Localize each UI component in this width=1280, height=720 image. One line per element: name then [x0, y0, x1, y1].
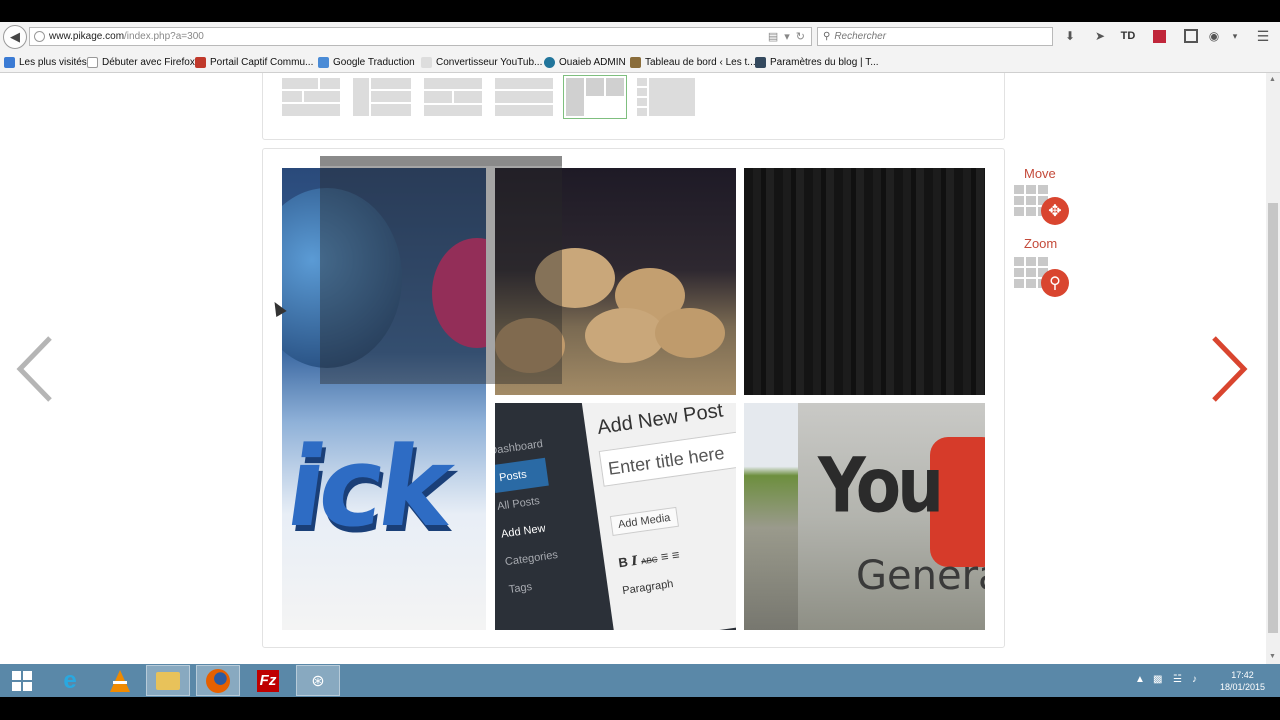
navigation-toolbar: ◀ www.pikage.com/index.php?a=300 ▤ ▾ ↻ ⚲… — [0, 22, 1280, 50]
zoom-tool-label: Zoom — [1024, 236, 1058, 251]
layout-option[interactable] — [353, 78, 411, 116]
bookmark-portal-icon — [195, 56, 206, 68]
layout-option[interactable] — [424, 78, 482, 116]
next-arrow-icon[interactable] — [1210, 334, 1250, 404]
bookmark-item[interactable]: Paramètres du blog | T... — [755, 55, 879, 69]
move-tool[interactable]: ✥ — [1014, 185, 1069, 225]
addon-red-icon[interactable] — [1151, 28, 1167, 44]
url-path: /index.php?a=300 — [124, 31, 204, 42]
flickr-text: ick — [282, 423, 456, 551]
bookmark-item[interactable]: Ouaieb ADMIN — [544, 55, 626, 69]
menu-icon[interactable]: ☰ — [1255, 28, 1271, 44]
bookmarks-bar: Les plus visités Débuter avec Firefox Po… — [0, 52, 1280, 72]
filezilla-icon: Fz — [257, 669, 279, 692]
taskbar-firefox[interactable] — [196, 665, 240, 696]
move-arrows-icon: ✥ — [1041, 197, 1069, 225]
reload-icon[interactable]: ↻ — [796, 30, 805, 43]
taskbar-ie[interactable]: e — [48, 665, 92, 696]
back-arrow-icon: ◀ — [10, 29, 20, 44]
url-host: www.pikage.com — [49, 31, 125, 42]
reader-icon[interactable]: ▤ — [768, 30, 778, 43]
system-clock[interactable]: 17:42 18/01/2015 — [1220, 669, 1265, 693]
drag-ghost-overlay[interactable] — [320, 156, 562, 384]
vlc-cone-icon — [110, 669, 130, 692]
wp-sidebar-menu: Dashboard Posts All Posts Add New Catego… — [495, 430, 564, 604]
youtube-general-text: Genera — [856, 553, 985, 599]
windows-taskbar: e Fz ⊛ ▲ ▩ ☱ ♪ 17:42 18/01/2015 — [0, 664, 1280, 697]
browser-chrome: ◀ www.pikage.com/index.php?a=300 ▤ ▾ ↻ ⚲… — [0, 22, 1280, 73]
bookmark-translate-icon — [318, 56, 329, 68]
taskbar-filezilla[interactable]: Fz — [246, 665, 290, 696]
taskbar-network-app[interactable]: ⊛ — [296, 665, 340, 696]
bookmark-blog-icon — [755, 56, 766, 68]
address-bar[interactable]: www.pikage.com/index.php?a=300 ▤ ▾ ↻ — [29, 27, 812, 46]
bookmark-item[interactable]: Convertisseur YouTub... — [421, 55, 542, 69]
youtube-you-text: You — [818, 441, 944, 530]
clock-time: 17:42 — [1231, 670, 1254, 680]
layout-option[interactable] — [637, 78, 695, 116]
potato-shape — [585, 308, 665, 363]
windows-logo-icon — [12, 670, 32, 691]
search-field[interactable]: ⚲ Rechercher — [817, 27, 1053, 46]
potato-shape — [655, 308, 725, 358]
magnifier-icon: ⚲ — [1041, 269, 1069, 297]
layout-option[interactable] — [282, 78, 340, 116]
globe-icon — [34, 31, 45, 42]
search-icon: ⚲ — [823, 31, 831, 42]
layout-option-selected[interactable] — [563, 75, 627, 119]
scrollbar-thumb[interactable] — [1268, 203, 1278, 633]
photo-youtube-wall[interactable]: You Genera — [744, 403, 985, 630]
bookmark-item[interactable]: Google Traduction — [318, 55, 415, 69]
folder-icon — [156, 671, 180, 690]
wp-editor-card: Add New Post Enter title here Add Media … — [581, 403, 736, 630]
page-scrollbar[interactable]: ▲ ▼ — [1266, 73, 1280, 664]
start-button[interactable] — [0, 665, 44, 696]
previous-arrow-icon[interactable] — [14, 334, 54, 404]
taskbar-vlc[interactable] — [98, 665, 142, 696]
bookmark-page-icon — [87, 56, 98, 68]
ie-icon: e — [63, 666, 77, 694]
move-tool-label: Move — [1024, 166, 1056, 181]
bookmark-converter-icon — [421, 56, 432, 68]
photo-dark-wood[interactable] — [744, 168, 985, 395]
taskbar-explorer[interactable] — [146, 665, 190, 696]
tray-expand-icon[interactable]: ▲ — [1135, 674, 1145, 685]
tray-power-icon[interactable]: ▩ — [1153, 674, 1162, 685]
firefox-icon — [206, 668, 230, 693]
tray-volume-icon[interactable]: ♪ — [1192, 674, 1197, 685]
download-icon[interactable]: ⬇ — [1062, 28, 1078, 44]
back-button[interactable]: ◀ — [3, 25, 27, 49]
send-icon[interactable]: ➤ — [1092, 28, 1108, 44]
scroll-up-icon[interactable]: ▲ — [1269, 76, 1276, 83]
search-placeholder: Rechercher — [834, 31, 887, 42]
bookmark-item[interactable]: Les plus visités — [4, 55, 87, 69]
bookmark-item[interactable]: Tableau de bord ‹ Les t... — [630, 55, 756, 69]
addon-td-icon[interactable]: TD — [1120, 28, 1136, 44]
clock-date: 18/01/2015 — [1219, 682, 1265, 692]
dropdown-icon[interactable]: ▾ — [784, 30, 790, 43]
zoom-tool[interactable]: ⚲ — [1014, 257, 1069, 297]
tray-network-icon[interactable]: ☱ — [1173, 674, 1182, 685]
photo-wordpress[interactable]: Dashboard Posts All Posts Add New Catego… — [495, 403, 736, 630]
bookmark-dashboard-icon — [630, 56, 641, 68]
layout-option[interactable] — [495, 78, 553, 116]
bookmark-item[interactable]: Portail Captif Commu... — [195, 55, 313, 69]
street-background — [744, 403, 798, 630]
pocket-icon[interactable]: ◉ — [1206, 28, 1222, 44]
overflow-dropdown-icon[interactable]: ▾ — [1227, 28, 1243, 44]
page-content: ick Dashboard Posts All Posts Add New Ca… — [0, 73, 1266, 664]
screenshot-icon[interactable] — [1183, 28, 1199, 44]
bookmark-item[interactable]: Débuter avec Firefox — [87, 55, 195, 69]
bookmark-folder-icon — [4, 56, 15, 68]
bookmark-wordpress-icon — [544, 56, 555, 68]
layout-chooser-panel — [262, 73, 1005, 140]
scroll-down-icon[interactable]: ▼ — [1269, 653, 1276, 660]
wireless-icon: ⊛ — [311, 672, 325, 690]
url-actions: ▤ ▾ ↻ — [768, 30, 805, 43]
